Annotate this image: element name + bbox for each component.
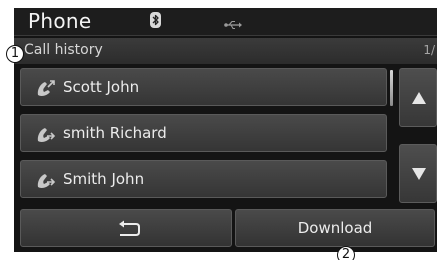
contact-name: Scott John (63, 78, 140, 96)
call-history-item[interactable]: smith Richard (20, 114, 387, 152)
outgoing-call-icon (35, 170, 57, 194)
phone-screen: Phone Call history 1/ Scott John smith R… (14, 8, 437, 252)
page-title: Phone (28, 9, 92, 33)
call-history-header: Call history 1/ (14, 38, 437, 64)
arrow-up-icon (412, 92, 426, 104)
bottom-bar: Download (14, 205, 437, 252)
outgoing-call-icon (35, 124, 57, 148)
scroll-down-button[interactable] (399, 144, 437, 203)
callout-marker-1: 1 (6, 45, 24, 63)
outgoing-call-icon (35, 78, 57, 102)
callout-marker-2: 2 (337, 246, 355, 260)
call-history-item[interactable]: Scott John (20, 68, 387, 106)
bluetooth-icon (150, 12, 161, 28)
contact-name: smith Richard (63, 124, 167, 142)
page-indicator: 1/ (423, 43, 435, 57)
scroll-indicator (390, 70, 393, 106)
download-label: Download (297, 219, 373, 237)
section-label: Call history (24, 42, 103, 58)
download-button[interactable]: Download (235, 209, 435, 247)
contact-name: Smith John (63, 170, 145, 188)
scroll-up-button[interactable] (399, 68, 437, 127)
back-icon (119, 220, 140, 236)
title-bar: Phone (14, 8, 437, 36)
back-button[interactable] (20, 209, 232, 247)
call-history-item[interactable]: Smith John (20, 160, 387, 198)
usb-icon (224, 15, 242, 34)
arrow-down-icon (412, 168, 426, 180)
